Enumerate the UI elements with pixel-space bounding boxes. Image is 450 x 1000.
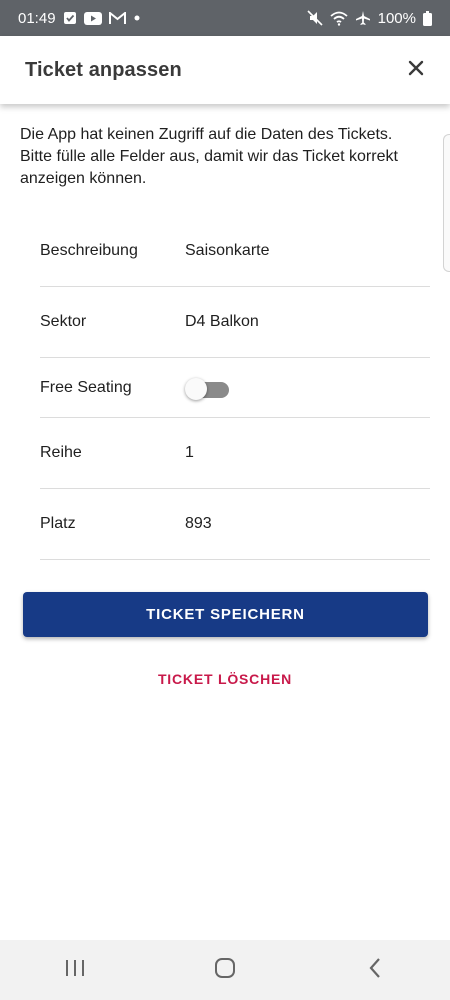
beschreibung-label: Beschreibung [40, 242, 138, 259]
page-title: Ticket anpassen [25, 58, 182, 81]
status-right: 100% [307, 10, 432, 27]
form-row-sektor[interactable]: Sektor D4 Balkon [40, 287, 430, 358]
save-ticket-button[interactable]: TICKET SPEICHERN [23, 592, 428, 637]
dot-icon [133, 14, 141, 22]
beschreibung-field[interactable]: Saisonkarte [185, 242, 270, 260]
ticket-form: Beschreibung Saisonkarte Sektor D4 Balko… [40, 216, 430, 560]
reihe-field[interactable]: 1 [185, 444, 194, 462]
close-button[interactable] [402, 56, 430, 84]
recent-apps-button[interactable] [45, 945, 105, 995]
sektor-label: Sektor [40, 313, 87, 330]
reihe-label: Reihe [40, 444, 82, 461]
scroll-edge-indicator [443, 134, 450, 272]
back-icon [368, 957, 382, 984]
form-row-beschreibung[interactable]: Beschreibung Saisonkarte [40, 216, 430, 287]
form-row-free-seating: Free Seating [40, 358, 430, 418]
app-bar: Ticket anpassen [0, 36, 450, 104]
close-icon [408, 60, 424, 81]
sektor-field[interactable]: D4 Balkon [185, 313, 259, 331]
wifi-icon [330, 11, 348, 26]
home-button[interactable] [195, 945, 255, 995]
form-row-reihe[interactable]: Reihe 1 [40, 418, 430, 489]
platz-label: Platz [40, 515, 76, 532]
battery-text: 100% [377, 9, 416, 27]
check-icon [63, 11, 77, 25]
toggle-thumb [185, 377, 207, 400]
recent-apps-icon [64, 958, 86, 983]
form-row-platz[interactable]: Platz 893 [40, 489, 430, 560]
platz-field[interactable]: 893 [185, 515, 212, 533]
status-left: 01:49 [18, 10, 141, 27]
intro-text: Die App hat keinen Zugriff auf die Daten… [20, 126, 398, 187]
battery-icon [423, 10, 432, 26]
content-area: Die App hat keinen Zugriff auf die Daten… [0, 104, 450, 940]
airplane-icon [355, 10, 371, 26]
delete-ticket-button[interactable]: TICKET LÖSCHEN [125, 664, 325, 694]
youtube-icon [83, 11, 102, 25]
back-button[interactable] [345, 945, 405, 995]
gmail-icon [108, 11, 126, 25]
status-bar: 01:49 100% [0, 0, 450, 36]
mute-icon [307, 10, 323, 26]
free-seating-toggle[interactable] [185, 376, 231, 400]
free-seating-label: Free Seating [40, 378, 132, 396]
system-nav-bar [0, 940, 450, 1000]
status-time: 01:49 [18, 9, 56, 27]
home-icon [214, 957, 236, 984]
